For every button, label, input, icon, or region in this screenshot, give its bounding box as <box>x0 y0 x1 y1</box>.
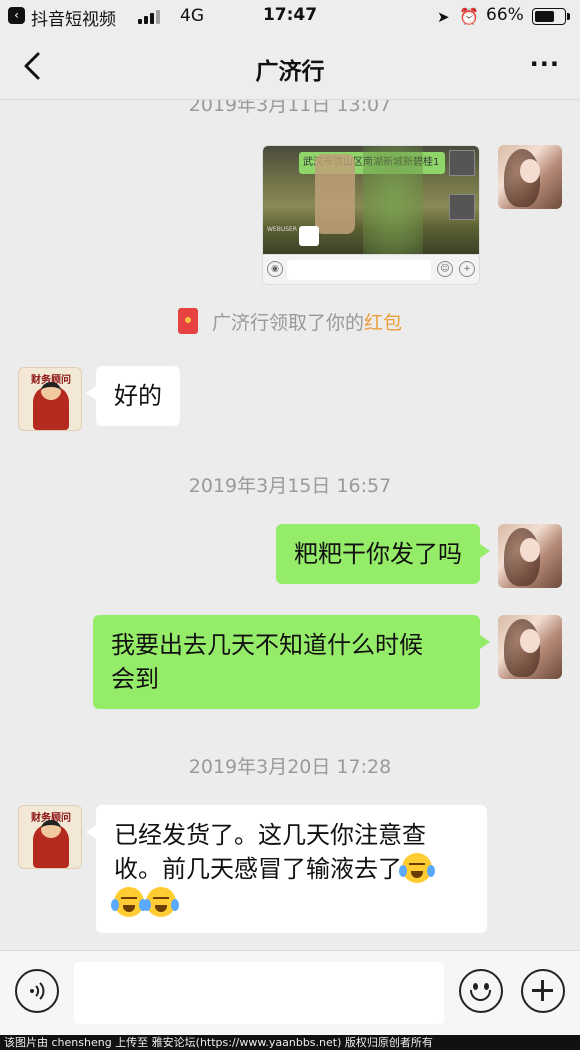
smile-icon <box>473 983 478 990</box>
image-message[interactable]: 武汉市洪山区南湖新城新碧桂1 WEBUSER ◉ ☺ + <box>262 145 480 285</box>
contact-avatar[interactable]: 财务顾问 <box>18 367 82 431</box>
message-text-line: 收。前几天感冒了输液去了 <box>114 855 402 883</box>
battery-percent: 66% <box>486 5 524 25</box>
more-options-icon[interactable]: ··· <box>530 50 560 78</box>
contact-avatar[interactable]: 财务顾问 <box>18 805 82 869</box>
my-avatar[interactable] <box>498 615 562 679</box>
timestamp: 2019年3月20日 17:28 <box>188 756 392 778</box>
red-packet-text: 广济行领取了你的 <box>211 312 364 334</box>
message-bubble[interactable]: 粑粑干你发了吗 <box>276 524 490 584</box>
crying-laughing-emoji-icon <box>399 853 435 883</box>
red-packet-notice: 广济行领取了你的红包 <box>0 308 580 335</box>
red-packet-icon <box>177 308 198 334</box>
alarm-icon: ⏰ <box>459 7 479 26</box>
chat-header: 广济行 ··· <box>0 34 580 100</box>
message-bubble[interactable]: 好的 <box>86 366 180 426</box>
emoji-button[interactable] <box>459 969 503 1013</box>
message-text-line: 已经发货了。这几天你注意查 <box>114 821 426 849</box>
chat-title: 广济行 <box>255 59 325 85</box>
status-bar: ‹ 抖音短视频 4G 17:47 ➤ ⏰ 66% <box>0 0 580 34</box>
voice-icon <box>30 982 45 1000</box>
crying-laughing-emoji-icon <box>143 887 179 917</box>
more-actions-button[interactable] <box>521 969 565 1013</box>
timestamp: 2019年3月15日 16:57 <box>188 475 392 497</box>
location-icon: ➤ <box>437 8 450 26</box>
message-text-line: 我要出去几天不知道什么时候 <box>111 631 423 659</box>
message-bubble[interactable]: 已经发货了。这几天你注意查 收。前几天感冒了输液去了 <box>86 805 487 933</box>
message-input[interactable] <box>74 962 444 1024</box>
battery-icon <box>532 8 570 25</box>
message-text-line: 会到 <box>111 665 159 693</box>
screenshot-image: 武汉市洪山区南湖新城新碧桂1 WEBUSER <box>263 146 479 256</box>
chat-messages[interactable]: 2019年3月11日 13:07 武汉市洪山区南湖新城新碧桂1 WEBUSER … <box>0 100 580 950</box>
message-bubble[interactable]: 我要出去几天不知道什么时候 会到 <box>93 615 490 709</box>
my-avatar[interactable] <box>498 524 562 588</box>
timestamp: 2019年3月11日 13:07 <box>188 100 392 116</box>
red-packet-link[interactable]: 红包 <box>364 312 402 334</box>
voice-input-button[interactable] <box>15 969 59 1013</box>
my-avatar[interactable] <box>498 145 562 209</box>
input-bar <box>0 950 580 1035</box>
message-text: 粑粑干你发了吗 <box>294 540 462 568</box>
watermark-footer: 该图片由 chensheng 上传至 雅安论坛(https://www.yaan… <box>0 1035 580 1050</box>
crying-laughing-emoji-icon <box>111 887 147 917</box>
message-text: 好的 <box>114 382 162 410</box>
